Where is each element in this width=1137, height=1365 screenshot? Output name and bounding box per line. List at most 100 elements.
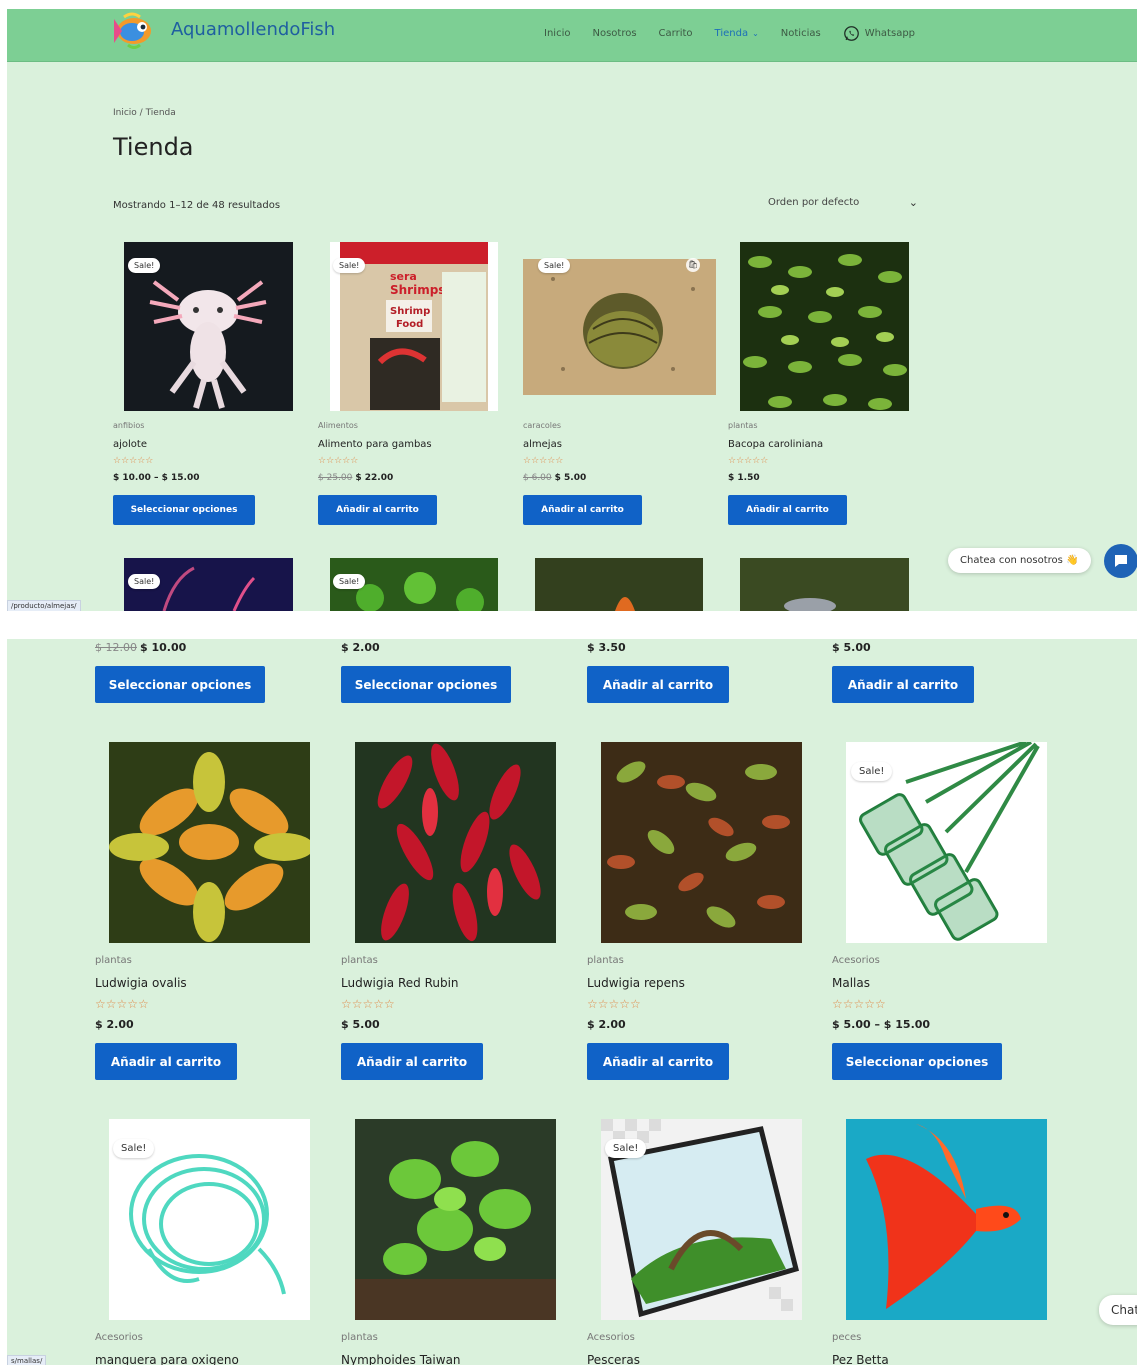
select-options-button[interactable]: Seleccionar opciones	[832, 1043, 1002, 1080]
product-category[interactable]: plantas	[587, 955, 624, 966]
nav-whatsapp[interactable]: Whatsapp	[843, 25, 915, 42]
product-title[interactable]: Ludwigia Red Rubin	[341, 976, 459, 990]
sale-badge: Sale!	[128, 258, 161, 273]
svg-text:Shrimps: Shrimps	[390, 283, 445, 297]
product-title[interactable]: manguera para oxigeno	[95, 1353, 239, 1365]
product-category[interactable]: plantas	[341, 1332, 378, 1343]
product-image-ludwigia-repens[interactable]	[601, 742, 802, 943]
product-sale-price: $ 5.00	[554, 473, 587, 483]
add-to-cart-button[interactable]: Añadir al carrito	[318, 495, 437, 525]
add-to-cart-button[interactable]: Añadir al carrito	[523, 495, 642, 525]
product-category[interactable]: Acesorios	[95, 1332, 143, 1343]
svg-text:Food: Food	[396, 319, 423, 330]
add-to-cart-button[interactable]: Añadir al carrito	[587, 666, 729, 703]
product-category[interactable]: plantas	[341, 955, 378, 966]
star-rating: ☆☆☆☆☆	[95, 997, 149, 1011]
nav-inicio[interactable]: Inicio	[544, 28, 570, 39]
product-image-ludwigia-red-rubin[interactable]	[355, 742, 556, 943]
chat-widget-label[interactable]: Chatea con nosotros 👋	[948, 548, 1091, 573]
orderby-value: Orden por defecto	[768, 197, 860, 208]
nav-noticias[interactable]: Noticias	[781, 28, 821, 39]
product-category[interactable]: caracoles	[523, 421, 561, 430]
svg-text:Shrimp: Shrimp	[390, 306, 430, 317]
sale-badge: Sale!	[605, 1139, 647, 1158]
product-price: $ 5.00 – $ 15.00	[832, 1018, 931, 1031]
star-rating: ☆☆☆☆☆	[113, 456, 154, 466]
shopping-bag-icon[interactable]: 🛍	[686, 258, 700, 272]
sale-badge: Sale!	[113, 1139, 155, 1158]
product-sale-price: $ 10.00	[140, 641, 187, 654]
add-to-cart-button[interactable]: Añadir al carrito	[587, 1043, 729, 1080]
product-price: $ 1.50	[728, 473, 760, 483]
sale-badge: Sale!	[128, 574, 161, 589]
nav-tienda[interactable]: Tienda ⌄	[715, 28, 759, 39]
product-title[interactable]: Pez Betta	[832, 1353, 889, 1365]
product-category[interactable]: Alimentos	[318, 421, 358, 430]
product-price: $ 10.00 – $ 15.00	[113, 473, 200, 483]
add-to-cart-button[interactable]: Añadir al carrito	[832, 666, 974, 703]
star-rating: ☆☆☆☆☆	[832, 997, 886, 1011]
product-category[interactable]: plantas	[728, 421, 757, 430]
site-header: AquamollendoFish Inicio Nosotros Carrito…	[7, 9, 1137, 62]
product-price: $ 5.00	[341, 1018, 380, 1031]
product-image-ludwigia-ovalis[interactable]	[109, 742, 310, 943]
product-image-bacopa[interactable]	[740, 242, 909, 411]
product-image-nymphoides[interactable]	[355, 1119, 556, 1320]
product-title[interactable]: Mallas	[832, 976, 870, 990]
sale-badge: Sale!	[333, 258, 366, 273]
sale-badge: Sale!	[538, 258, 571, 273]
product-title[interactable]: almejas	[523, 439, 562, 450]
product-old-price: $ 6.00	[523, 473, 552, 483]
screenshot-top: AquamollendoFish Inicio Nosotros Carrito…	[7, 9, 1137, 611]
product-category[interactable]: Acesorios	[587, 1332, 635, 1343]
product-category[interactable]: peces	[832, 1332, 861, 1343]
orderby-select[interactable]: Orden por defecto ⌄	[768, 196, 918, 209]
select-options-button[interactable]: Seleccionar opciones	[95, 666, 265, 703]
star-rating: ☆☆☆☆☆	[341, 997, 395, 1011]
star-rating: ☆☆☆☆☆	[728, 456, 769, 466]
fish-logo-icon[interactable]	[110, 11, 158, 51]
chevron-down-icon: ⌄	[752, 29, 759, 38]
product-title[interactable]: Bacopa caroliniana	[728, 439, 823, 450]
add-to-cart-button[interactable]: Añadir al carrito	[728, 495, 847, 525]
product-image-partial[interactable]	[535, 558, 703, 611]
svg-text:sera: sera	[390, 270, 417, 283]
site-name[interactable]: AquamollendoFish	[171, 19, 335, 40]
add-to-cart-button[interactable]: Añadir al carrito	[95, 1043, 237, 1080]
breadcrumb[interactable]: Inicio / Tienda	[113, 108, 176, 118]
status-bar-url: s/mallas/	[7, 1355, 47, 1365]
chevron-down-icon: ⌄	[908, 196, 918, 209]
product-image-partial[interactable]	[740, 558, 909, 611]
product-title[interactable]: Ludwigia ovalis	[95, 976, 187, 990]
product-price: $ 2.00	[587, 1018, 626, 1031]
result-count: Mostrando 1–12 de 48 resultados	[113, 200, 281, 211]
product-price: $ 3.50	[587, 641, 626, 654]
product-category[interactable]: plantas	[95, 955, 132, 966]
star-rating: ☆☆☆☆☆	[318, 456, 359, 466]
product-image-almejas[interactable]	[523, 259, 716, 395]
product-image-pez-betta[interactable]	[846, 1119, 1047, 1320]
product-sale-price: $ 22.00	[355, 473, 394, 483]
product-title[interactable]: Ludwigia repens	[587, 976, 685, 990]
product-price: $ 5.00	[832, 641, 871, 654]
product-title[interactable]: ajolote	[113, 439, 147, 450]
product-title[interactable]: Pesceras	[587, 1353, 640, 1365]
product-title[interactable]: Nymphoides Taiwan	[341, 1353, 461, 1365]
select-options-button[interactable]: Seleccionar opciones	[341, 666, 511, 703]
sale-badge: Sale!	[851, 762, 893, 781]
chat-widget-label[interactable]: Chat	[1099, 1295, 1137, 1325]
product-title[interactable]: Alimento para gambas	[318, 439, 432, 450]
product-old-price: $ 25.00	[318, 473, 353, 483]
nav-nosotros[interactable]: Nosotros	[592, 28, 636, 39]
product-price: $ 2.00	[95, 1018, 134, 1031]
add-to-cart-button[interactable]: Añadir al carrito	[341, 1043, 483, 1080]
product-price: $ 25.00 $ 22.00	[318, 473, 393, 483]
select-options-button[interactable]: Seleccionar opciones	[113, 495, 255, 525]
star-rating: ☆☆☆☆☆	[523, 456, 564, 466]
nav-carrito[interactable]: Carrito	[659, 28, 693, 39]
product-category[interactable]: anfibios	[113, 421, 144, 430]
product-category[interactable]: Acesorios	[832, 955, 880, 966]
chat-button[interactable]	[1104, 544, 1137, 578]
status-bar-url: /producto/almejas/	[7, 600, 81, 611]
whatsapp-icon	[843, 26, 859, 41]
